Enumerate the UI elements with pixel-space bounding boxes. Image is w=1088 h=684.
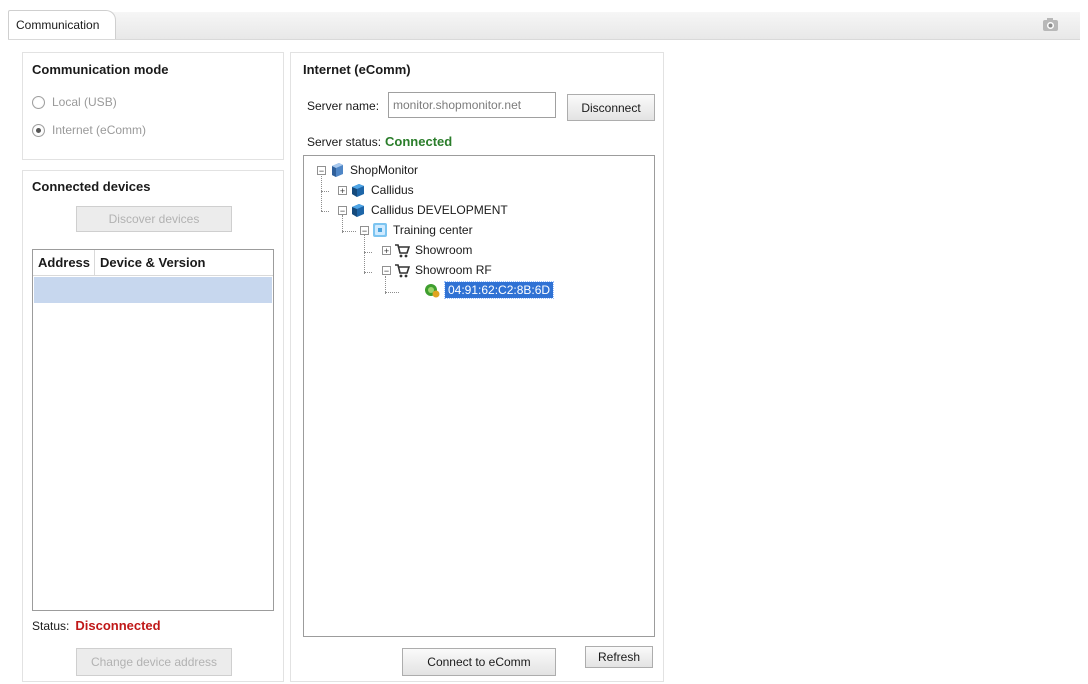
tree-node-label: Training center <box>393 223 473 237</box>
tree-node-label: Showroom RF <box>415 263 492 277</box>
company-icon <box>352 204 364 217</box>
server-status-label: Server status: <box>307 135 382 149</box>
tab-label: Communication <box>16 18 100 32</box>
refresh-button[interactable]: Refresh <box>585 646 653 668</box>
local-usb-label: Local (USB) <box>52 95 117 109</box>
local-usb-radio[interactable]: Local (USB) <box>32 95 117 109</box>
connect-to-ecomm-label: Connect to eComm <box>427 655 531 669</box>
camera-icon[interactable] <box>1040 16 1062 34</box>
communication-mode-title: Communication mode <box>32 62 169 77</box>
server-status: Server status: Connected <box>307 134 452 149</box>
tab-strip <box>8 12 1080 40</box>
refresh-label: Refresh <box>597 650 641 664</box>
tree-node-label: Callidus DEVELOPMENT <box>371 203 508 217</box>
device-status: Status: Disconnected <box>32 618 161 633</box>
status-label: Status: <box>32 619 70 633</box>
cart-icon <box>395 264 410 278</box>
disconnect-button[interactable]: Disconnect <box>567 94 655 121</box>
discover-devices-button[interactable]: Discover devices <box>76 206 232 232</box>
radio-on-icon <box>32 123 45 137</box>
gateway-device-icon <box>425 284 440 298</box>
tab-communication[interactable]: Communication <box>8 10 116 39</box>
connect-to-ecomm-button[interactable]: Connect to eComm <box>402 648 556 676</box>
cart-icon <box>395 244 410 258</box>
collapse-icon[interactable]: − <box>360 225 369 235</box>
change-device-address-label: Change device address <box>90 655 218 669</box>
column-header-address[interactable]: Address <box>33 250 95 276</box>
discover-devices-label: Discover devices <box>108 212 200 226</box>
server-name-field[interactable] <box>388 92 556 118</box>
radio-off-icon <box>32 95 45 109</box>
internet-ecomm-radio[interactable]: Internet (eComm) <box>32 123 146 137</box>
tree-node-label-selected: 04:91:62:C2:8B:6D <box>443 281 555 299</box>
tree-node-shopmonitor[interactable]: − ShopMonitor <box>317 162 418 178</box>
internet-ecomm-title: Internet (eComm) <box>303 62 411 77</box>
tree-node-training-center[interactable]: − Training center <box>360 222 473 238</box>
connected-devices-title: Connected devices <box>32 179 151 194</box>
tree-node-callidus-development[interactable]: − Callidus DEVELOPMENT <box>338 202 508 218</box>
collapse-icon[interactable]: − <box>317 165 326 175</box>
expand-icon[interactable]: + <box>382 245 391 255</box>
server-name-label: Server name: <box>307 99 380 113</box>
tree-node-label: Callidus <box>371 183 414 197</box>
status-value: Disconnected <box>75 618 161 633</box>
device-tree[interactable]: − ShopMonitor + Callidus − Callidus DEVE… <box>303 155 655 637</box>
change-device-address-button[interactable]: Change device address <box>76 648 232 676</box>
disconnect-label: Disconnect <box>581 100 641 115</box>
internet-ecomm-label: Internet (eComm) <box>52 123 147 137</box>
tree-node-label: Showroom <box>415 243 473 257</box>
tree-node-callidus[interactable]: + Callidus <box>338 182 414 198</box>
tree-node-showroom[interactable]: + Showroom <box>382 242 472 258</box>
server-icon <box>332 163 343 177</box>
tree-node-label: ShopMonitor <box>350 163 419 177</box>
collapse-icon[interactable]: − <box>338 205 347 215</box>
location-icon <box>373 223 387 237</box>
collapse-icon[interactable]: − <box>382 265 391 275</box>
column-header-device-version[interactable]: Device & Version <box>95 250 273 276</box>
list-item-selected[interactable] <box>34 277 272 303</box>
server-status-value: Connected <box>385 134 453 149</box>
devices-list[interactable]: Address Device & Version <box>32 249 274 611</box>
company-icon <box>352 184 364 197</box>
tree-node-device[interactable]: 04:91:62:C2:8B:6D <box>424 281 555 299</box>
tree-node-showroom-rf[interactable]: − Showroom RF <box>382 262 492 278</box>
expand-icon[interactable]: + <box>338 185 347 195</box>
